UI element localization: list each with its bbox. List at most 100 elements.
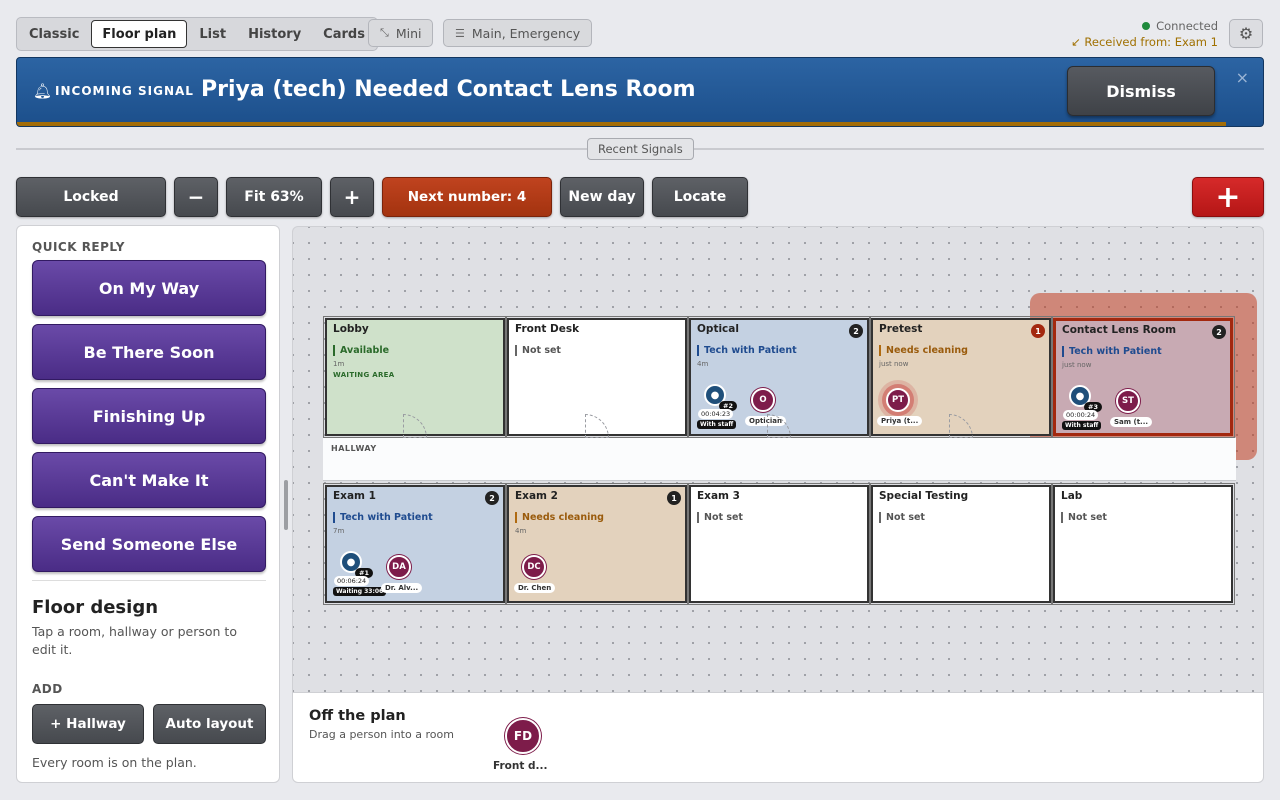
room-time: just now [879, 360, 909, 368]
patient-timer: 00:04:23 [698, 409, 734, 419]
quick-reply-cant-make-it[interactable]: Can't Make It [32, 452, 266, 508]
room-name: Exam 2 [515, 490, 558, 502]
room-optical[interactable]: Optical Tech with Patient 4m 2 ● #2 00:0… [687, 316, 871, 438]
mini-label: Mini [395, 25, 422, 41]
door [403, 414, 427, 438]
staff-label: Dr. Chen [514, 583, 556, 593]
room-status: Needs cleaning [879, 345, 968, 356]
room-name: Contact Lens Room [1062, 324, 1177, 336]
occupant-count-badge: 2 [849, 324, 863, 338]
room-exam-2[interactable]: Exam 2 Needs cleaning 4m 1 DC Dr. Chen [505, 483, 689, 605]
left-panel: QUICK REPLY On My Way Be There Soon Fini… [16, 225, 280, 783]
quick-reply-be-there-soon[interactable]: Be There Soon [32, 324, 266, 380]
lock-button[interactable]: Locked [16, 177, 166, 217]
room-special-testing[interactable]: Special Testing Not set [869, 483, 1053, 605]
staff-avatar[interactable]: O [751, 388, 775, 412]
patient-timer: 00:00:24 [1063, 410, 1099, 420]
gear-icon: ⚙ [1238, 24, 1254, 43]
staff-avatar[interactable]: ST [1116, 389, 1140, 413]
tab-list[interactable]: List [189, 20, 236, 48]
next-number-button[interactable]: Next number: 4 [382, 177, 552, 217]
staff-avatar[interactable]: FD [505, 718, 541, 754]
quick-reply-send-someone-else[interactable]: Send Someone Else [32, 516, 266, 572]
new-day-button[interactable]: New day [560, 177, 644, 217]
mini-button[interactable]: ⤡ Mini [368, 19, 434, 47]
door [767, 414, 791, 438]
view-tabs: Classic Floor plan List History Cards [16, 17, 378, 51]
room-name: Lobby [333, 323, 369, 335]
quick-reply-on-my-way[interactable]: On My Way [32, 260, 266, 316]
off-plan-title: Off the plan [309, 708, 406, 724]
channels-label: Main, Emergency [471, 25, 581, 41]
occupant-count-badge: 1 [1031, 324, 1045, 338]
room-name: Optical [697, 323, 739, 335]
room-exam-1[interactable]: Exam 1 Tech with Patient 7m 2 ● #1 00:06… [323, 483, 507, 605]
auto-layout-button[interactable]: Auto layout [153, 704, 266, 744]
settings-button[interactable]: ⚙ [1229, 19, 1263, 48]
room-status: Tech with Patient [333, 512, 433, 523]
room-area-label: WAITING AREA [333, 371, 395, 379]
scrollbar[interactable] [284, 480, 288, 530]
room-lab[interactable]: Lab Not set [1051, 483, 1235, 605]
patient-state: Waiting 33:06 [333, 587, 387, 596]
signal-tag: INCOMING SIGNAL [55, 84, 194, 98]
staff-avatar[interactable]: DC [522, 555, 546, 579]
off-plan-description: Drag a person into a room [309, 728, 454, 741]
locate-button[interactable]: Locate [652, 177, 748, 217]
received-arrow-icon: ↙ [1071, 35, 1085, 49]
room-time: 7m [333, 527, 345, 535]
room-status: Tech with Patient [697, 345, 797, 356]
floor-design-title: Floor design [32, 597, 159, 618]
room-name: Exam 3 [697, 490, 740, 502]
room-time: just now [1062, 361, 1092, 369]
add-hallway-button[interactable]: + Hallway [32, 704, 144, 744]
room-contact-lens-room[interactable]: Contact Lens Room Tech with Patient just… [1051, 316, 1235, 438]
tab-cards[interactable]: Cards [313, 20, 375, 48]
room-front-desk[interactable]: Front Desk Not set [505, 316, 689, 438]
quick-reply-finishing-up[interactable]: Finishing Up [32, 388, 266, 444]
room-status: Not set [697, 512, 743, 523]
connected-dot-icon [1142, 22, 1151, 30]
door [949, 414, 973, 438]
occupant-count-badge: 1 [667, 491, 681, 505]
channels-button[interactable]: ☰ Main, Emergency [443, 19, 593, 47]
room-lobby[interactable]: Lobby Available 1m WAITING AREA [323, 316, 507, 438]
room-time: 4m [697, 360, 709, 368]
room-pretest[interactable]: Pretest Needs cleaning just now 1 PT Pri… [869, 316, 1053, 438]
floor-plan-canvas[interactable]: HALLWAY Lobby Available 1m WAITING AREA … [292, 226, 1264, 692]
hallway-label: HALLWAY [331, 444, 377, 453]
off-the-plan-panel: Off the plan Drag a person into a room F… [292, 692, 1264, 783]
close-icon[interactable]: × [1236, 68, 1249, 87]
received-label: Received from: Exam 1 [1084, 35, 1218, 49]
occupant-count-badge: 2 [485, 491, 499, 505]
connection-label: Connected [1156, 19, 1218, 33]
staff-label: Dr. Alv... [381, 583, 423, 593]
room-status: Not set [515, 345, 561, 356]
room-name: Front Desk [515, 323, 580, 335]
bell-icon: 🔔︎ [33, 82, 53, 100]
door [585, 414, 609, 438]
zoom-out-button[interactable]: − [174, 177, 218, 217]
room-time: 1m [333, 360, 345, 368]
divider [32, 580, 266, 581]
tab-floor-plan[interactable]: Floor plan [91, 20, 188, 48]
hallway[interactable] [323, 437, 1236, 481]
floor-design-description: Tap a room, hallway or person to edit it… [32, 624, 237, 657]
staff-avatar[interactable]: PT [886, 388, 910, 412]
room-exam-3[interactable]: Exam 3 Not set [687, 483, 871, 605]
sliders-icon: ☰ [455, 26, 465, 40]
minimize-icon: ⤡ [380, 26, 389, 39]
zoom-in-button[interactable]: + [330, 177, 374, 217]
staff-avatar[interactable]: DA [387, 555, 411, 579]
room-time: 4m [515, 527, 527, 535]
fit-zoom-button[interactable]: Fit 63% [226, 177, 322, 217]
tab-classic[interactable]: Classic [19, 20, 89, 48]
recent-signals-button[interactable]: Recent Signals [587, 138, 694, 160]
dismiss-button[interactable]: Dismiss [1067, 66, 1215, 116]
tab-history[interactable]: History [238, 20, 311, 48]
room-status: Available [333, 345, 389, 356]
emergency-button[interactable]: + [1192, 177, 1264, 217]
patient-state: With staff [697, 420, 737, 429]
patient-state: With staff [1062, 421, 1102, 430]
room-name: Special Testing [879, 490, 969, 502]
